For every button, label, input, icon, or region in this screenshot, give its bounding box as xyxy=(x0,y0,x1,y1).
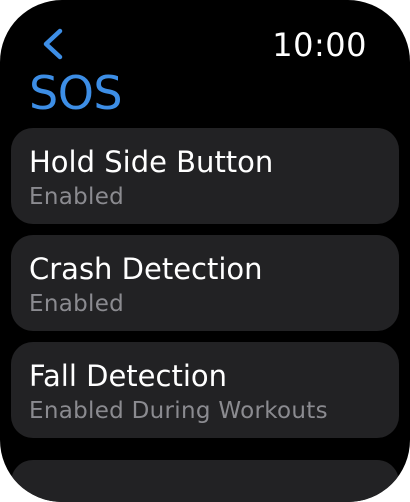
list-item-hold-side-button[interactable]: Hold Side Button Enabled xyxy=(11,128,399,224)
list-item-title: Crash Detection xyxy=(29,252,263,286)
watch-screen: 10:00 SOS Hold Side Button Enabled Crash… xyxy=(0,0,410,502)
list-item-subtitle: Enabled During Workouts xyxy=(29,398,328,424)
list-item-title: Fall Detection xyxy=(29,359,228,393)
chevron-left-icon[interactable] xyxy=(40,27,70,61)
list-item-crash-detection[interactable]: Crash Detection Enabled xyxy=(11,235,399,331)
list-item-subtitle: Enabled xyxy=(29,184,125,210)
list-item-fall-detection[interactable]: Fall Detection Enabled During Workouts xyxy=(11,342,399,438)
page-title: SOS xyxy=(29,66,123,120)
list-item-subtitle: Enabled xyxy=(29,291,125,317)
list-item-title: Hold Side Button xyxy=(29,145,274,179)
list-item-partial[interactable] xyxy=(11,460,399,502)
status-time: 10:00 xyxy=(272,26,367,64)
